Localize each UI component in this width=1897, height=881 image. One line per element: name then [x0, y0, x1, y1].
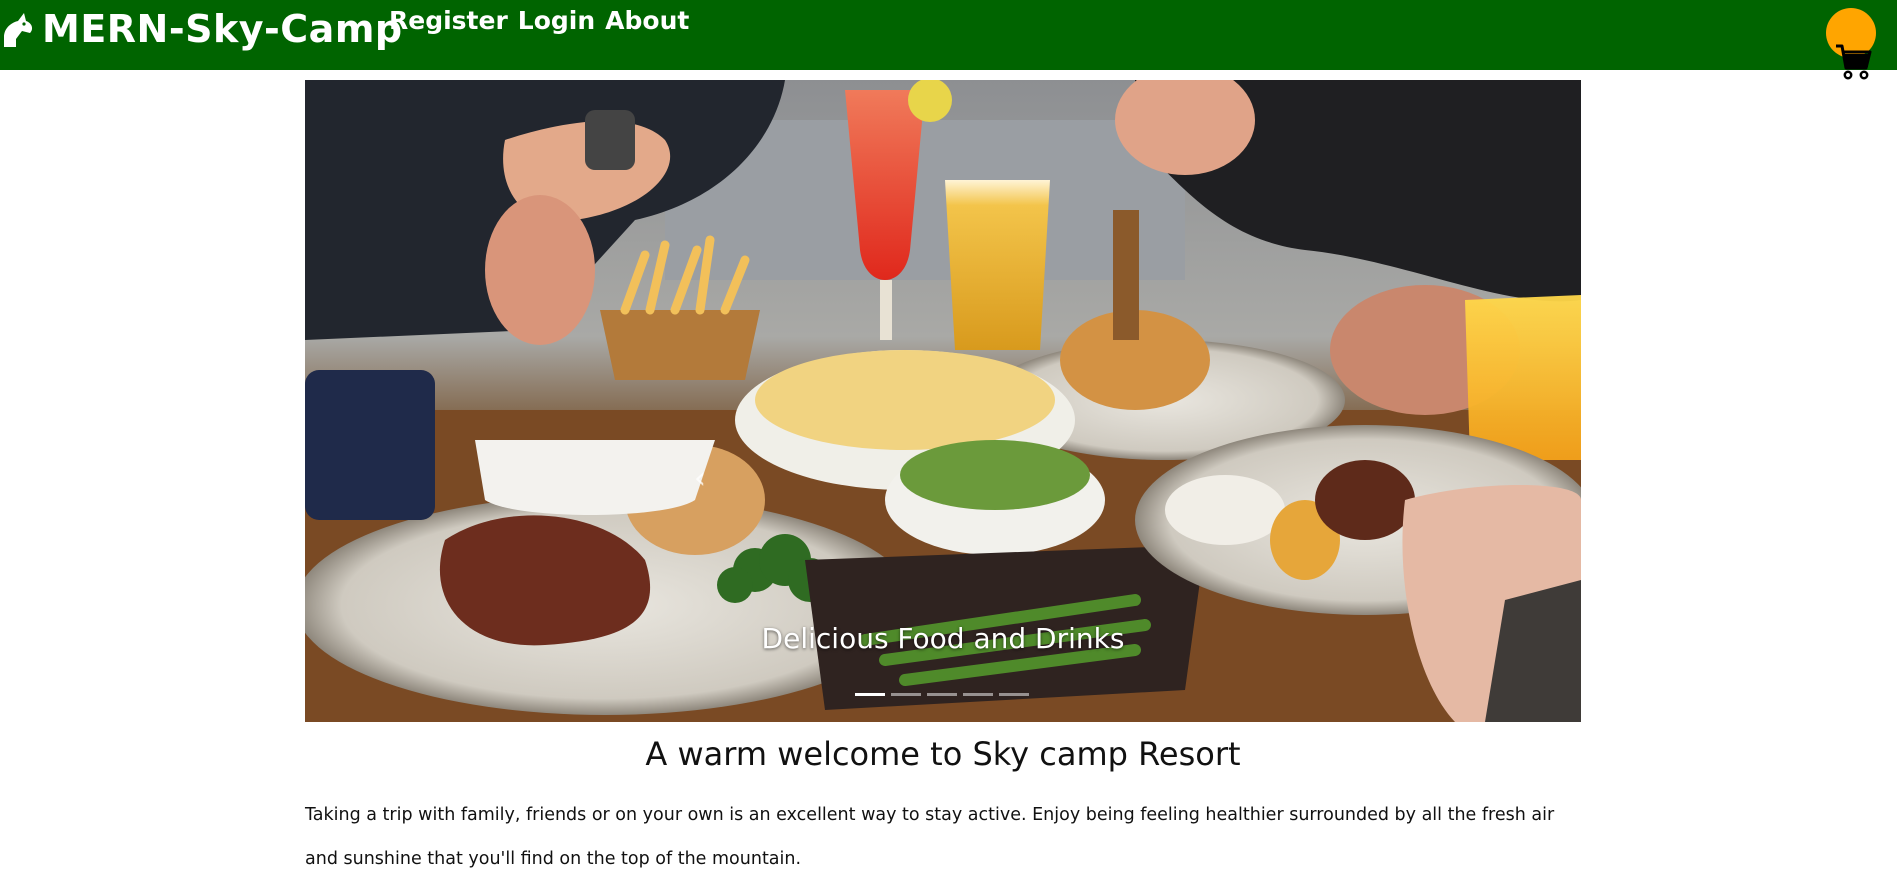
carousel-caption: Delicious Food and Drinks — [761, 622, 1125, 655]
intro-paragraph: Taking a trip with family, friends or on… — [305, 805, 1555, 869]
horse-head-icon — [4, 13, 33, 47]
nav-register-link[interactable]: Register — [389, 4, 508, 38]
brand-link[interactable]: MERN-Sky-Camp — [0, 6, 403, 52]
chevron-left-icon: ‹ — [694, 461, 706, 496]
carousel-indicator-1[interactable] — [855, 693, 885, 696]
welcome-title: A warm welcome to Sky camp Resort — [645, 735, 1241, 773]
cart-button[interactable] — [1826, 8, 1878, 80]
nav-about-link[interactable]: About — [605, 4, 689, 38]
navbar: MERN-Sky-Camp Register Login About — [0, 0, 1897, 80]
nav-login-link[interactable]: Login — [518, 4, 595, 38]
carousel-indicator-3[interactable] — [927, 693, 957, 696]
shopping-cart-icon — [1836, 44, 1872, 80]
carousel-indicators — [855, 693, 1029, 696]
carousel-indicator-2[interactable] — [891, 693, 921, 696]
nav-links: Register Login About — [389, 4, 689, 38]
hero-carousel: ‹ › Delicious Food and Drinks — [305, 80, 1581, 722]
brand-name: MERN-Sky-Camp — [42, 7, 403, 51]
carousel-indicator-4[interactable] — [963, 693, 993, 696]
carousel-prev-button[interactable]: ‹ — [680, 449, 720, 509]
carousel-indicator-5[interactable] — [999, 693, 1029, 696]
